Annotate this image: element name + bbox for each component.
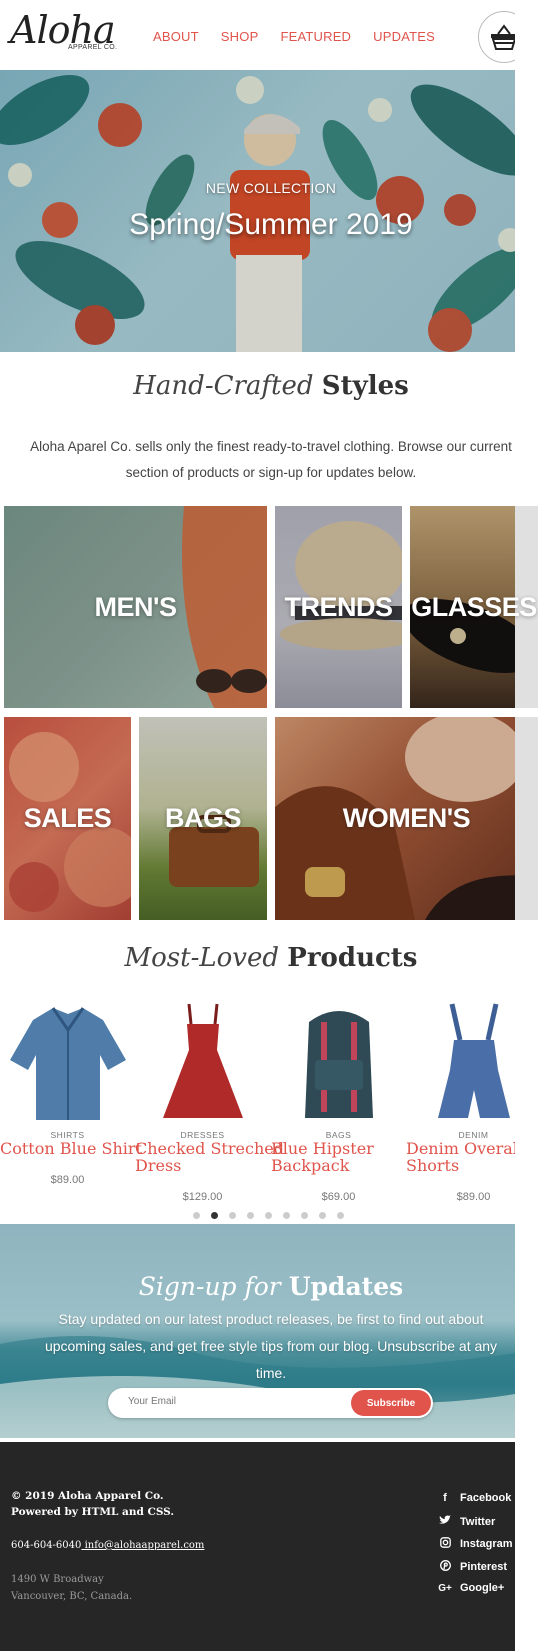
social-label: Google+ xyxy=(460,1582,505,1594)
carousel-dot[interactable] xyxy=(283,1212,290,1219)
logo-subtitle: APPAREL CO. xyxy=(68,44,118,51)
social-pinterest[interactable]: Pinterest xyxy=(438,1560,507,1574)
carousel-dot[interactable] xyxy=(337,1212,344,1219)
footer-powered: Powered by HTML and CSS. xyxy=(11,1506,175,1518)
product-name[interactable]: Blue Hipster Backpack xyxy=(271,1140,421,1174)
backpack-image xyxy=(304,1010,373,1118)
nav-shop[interactable]: SHOP xyxy=(221,29,259,44)
twitter-icon xyxy=(438,1515,452,1528)
email-input[interactable] xyxy=(128,1396,328,1407)
category-label: BAGS xyxy=(164,803,242,833)
hero-title: Spring/Summer 2019 xyxy=(129,208,413,241)
carousel-dot[interactable] xyxy=(193,1212,200,1219)
facebook-icon: f xyxy=(443,1492,447,1504)
signup-form: Subscribe xyxy=(108,1388,433,1418)
site-header: Aloha APPAREL CO. ABOUT SHOP FEATURED UP… xyxy=(0,0,542,70)
signup-title: Sign-up for Updates xyxy=(0,1272,542,1301)
category-label: TRENDS xyxy=(284,591,393,622)
product-price: $69.00 xyxy=(321,1191,356,1203)
category-sales[interactable]: SALES xyxy=(4,717,131,920)
footer-address-line1: 1490 W Broadway xyxy=(11,1574,104,1585)
hero-banner: NEW COLLECTION Spring/Summer 2019 xyxy=(0,70,542,352)
hero-kicker: NEW COLLECTION xyxy=(205,180,337,196)
footer-email-link[interactable]: info@alohaapparel.com xyxy=(81,1540,205,1551)
intro-title-italic: Hand-Crafted xyxy=(133,371,314,401)
category-bags[interactable]: BAGS xyxy=(139,717,267,920)
social-googleplus[interactable]: G+ Google+ xyxy=(438,1582,504,1594)
footer-address-line2: Vancouver, BC, Canada. xyxy=(11,1591,133,1602)
products-title: Most-Loved Products xyxy=(0,943,542,973)
category-label: SALES xyxy=(23,803,112,833)
product-image xyxy=(135,998,270,1126)
category-mens[interactable]: MEN'S xyxy=(4,506,267,708)
signup-title-italic: Sign-up for xyxy=(138,1272,281,1301)
carousel-dot[interactable] xyxy=(319,1212,326,1219)
category-trends[interactable]: TRENDS xyxy=(275,506,402,708)
products-title-italic: Most-Loved xyxy=(124,943,280,973)
logo[interactable]: Aloha APPAREL CO. xyxy=(10,10,120,58)
category-label: GLASSES xyxy=(411,591,537,622)
product-image xyxy=(271,998,406,1126)
social-label: Twitter xyxy=(460,1515,496,1528)
signup-text: Stay updated on our latest product relea… xyxy=(44,1311,498,1381)
carousel-dot[interactable] xyxy=(301,1212,308,1219)
carousel-dot-active[interactable] xyxy=(211,1212,218,1219)
product-price: $129.00 xyxy=(182,1191,223,1203)
product-price: $89.00 xyxy=(50,1174,85,1186)
category-womens[interactable]: WOMEN'S xyxy=(275,717,538,920)
instagram-icon xyxy=(438,1537,452,1551)
carousel-dot[interactable] xyxy=(229,1212,236,1219)
carousel-dot[interactable] xyxy=(265,1212,272,1219)
dress-image xyxy=(162,1003,243,1118)
subscribe-button[interactable]: Subscribe xyxy=(351,1390,431,1416)
category-glasses[interactable]: GLASSES xyxy=(410,506,538,708)
nav-featured[interactable]: FEATURED xyxy=(280,29,351,44)
products-title-bold: Products xyxy=(287,943,418,973)
footer-phone: 604-604-6040 xyxy=(11,1540,82,1551)
social-label: Instagram xyxy=(460,1538,513,1550)
social-label: Pinterest xyxy=(460,1561,508,1573)
google-plus-icon: G+ xyxy=(438,1582,452,1594)
footer-copyright: © 2019 Aloha Apparel Co. xyxy=(11,1490,164,1502)
nav-about[interactable]: ABOUT xyxy=(153,29,199,44)
carousel-dot[interactable] xyxy=(247,1212,254,1219)
nav-updates[interactable]: UPDATES xyxy=(373,29,435,44)
product-name[interactable]: Checked Streched Dress xyxy=(135,1140,285,1174)
main-nav: ABOUT SHOP FEATURED UPDATES xyxy=(153,29,457,44)
social-facebook[interactable]: f Facebook xyxy=(438,1492,511,1504)
site-footer: © 2019 Aloha Apparel Co. Powered by HTML… xyxy=(0,1442,542,1651)
signup-section: Sign-up for Updates Stay updated on our … xyxy=(0,1224,542,1438)
carousel-dots xyxy=(193,1212,355,1219)
intro-title-bold: Styles xyxy=(321,371,409,401)
category-label: WOMEN'S xyxy=(342,803,471,833)
overall-image xyxy=(437,1002,510,1118)
pinterest-icon xyxy=(438,1560,452,1574)
signup-title-bold: Updates xyxy=(288,1272,404,1301)
social-instagram[interactable]: Instagram xyxy=(438,1537,513,1551)
footer-contact: 604-604-6040 info@alohaapparel.com xyxy=(11,1540,204,1551)
shirt-image xyxy=(9,1006,126,1120)
social-twitter[interactable]: Twitter xyxy=(438,1515,495,1528)
intro-text: Aloha Aparel Co. sells only the finest r… xyxy=(30,439,512,480)
category-label: MEN'S xyxy=(94,591,177,622)
product-name[interactable]: Cotton Blue Shirt xyxy=(0,1140,150,1157)
intro-title: Hand-Crafted Styles xyxy=(0,371,542,401)
social-label: Facebook xyxy=(460,1492,512,1504)
product-image xyxy=(0,998,135,1126)
